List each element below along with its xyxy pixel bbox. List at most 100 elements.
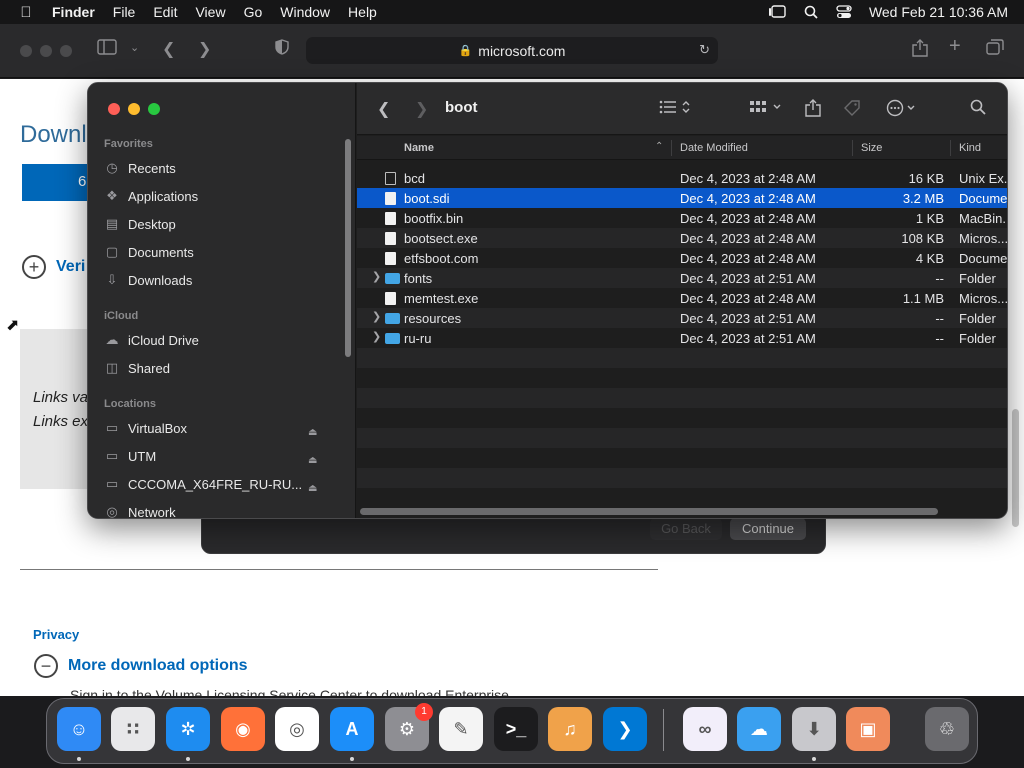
disclosure-triangle-icon[interactable]: ❯ bbox=[372, 310, 381, 323]
file-row-fonts[interactable]: ❯ fonts Dec 4, 2023 at 2:51 AM -- Folder bbox=[357, 268, 1007, 288]
menu-bar:  Finder File Edit View Go Window Help W… bbox=[0, 0, 1024, 24]
sidebar-item-virtualbox[interactable]: ▭ VirtualBox bbox=[104, 417, 187, 439]
sidebar-item-label: Desktop bbox=[128, 216, 176, 232]
disclosure-triangle-icon[interactable]: ❯ bbox=[372, 330, 381, 343]
menu-file[interactable]: File bbox=[104, 4, 145, 20]
minimize-button-inactive[interactable] bbox=[40, 45, 52, 57]
go-back-button[interactable]: Go Back bbox=[650, 518, 722, 540]
file-row-ru-ru[interactable]: ❯ ru-ru Dec 4, 2023 at 2:51 AM -- Folder bbox=[357, 328, 1007, 348]
dock-app-terminal[interactable]: >_ bbox=[494, 707, 538, 751]
share-icon[interactable] bbox=[912, 39, 928, 62]
dock-app-textedit[interactable]: ✎ bbox=[439, 707, 483, 751]
zoom-button[interactable] bbox=[148, 103, 160, 115]
sidebar-item-downloads[interactable]: ⇩ Downloads bbox=[104, 269, 193, 291]
dock-app-garageband[interactable]: ♫ bbox=[548, 707, 592, 751]
chevron-down-icon[interactable]: ⌄ bbox=[130, 41, 139, 54]
file-row-memtest-exe[interactable]: memtest.exe Dec 4, 2023 at 2:48 AM 1.1 M… bbox=[357, 288, 1007, 308]
dock-app-app-store[interactable]: A bbox=[330, 707, 374, 751]
dock-app-visual-studio-code[interactable]: ❯ bbox=[603, 707, 647, 751]
stage-manager-icon[interactable] bbox=[759, 5, 795, 19]
more-download-options-link[interactable]: − More download options bbox=[34, 654, 248, 678]
column-size[interactable]: Size bbox=[861, 142, 882, 154]
dock-app-chrome[interactable]: ◎ bbox=[275, 707, 319, 751]
back-arrow-icon[interactable]: ❮ bbox=[377, 99, 390, 119]
file-date: Dec 4, 2023 at 2:51 AM bbox=[680, 271, 816, 286]
sidebar-item-recents[interactable]: ◷ Recents bbox=[104, 157, 175, 179]
sidebar-item-utm[interactable]: ▭ UTM bbox=[104, 445, 156, 467]
menu-go[interactable]: Go bbox=[235, 4, 272, 20]
menu-window[interactable]: Window bbox=[271, 4, 339, 20]
minimize-button[interactable] bbox=[128, 103, 140, 115]
eject-icon[interactable]: ⏏ bbox=[308, 455, 317, 466]
page-scrollbar[interactable] bbox=[1012, 409, 1019, 527]
menu-view[interactable]: View bbox=[186, 4, 234, 20]
verify-download-link[interactable]: + Veri bbox=[22, 255, 85, 279]
dock-app-trash[interactable]: ♲ bbox=[925, 707, 969, 751]
menu-help[interactable]: Help bbox=[339, 4, 386, 20]
tab-overview-icon[interactable] bbox=[986, 39, 1004, 60]
page-heading: Downl bbox=[20, 121, 87, 148]
sidebar-item-documents[interactable]: ▢ Documents bbox=[104, 241, 194, 263]
dock-app-launchpad[interactable]: ∷ bbox=[111, 707, 155, 751]
close-button-inactive[interactable] bbox=[20, 45, 32, 57]
dock-app-system-settings[interactable]: ⚙ 1 bbox=[385, 703, 433, 751]
share-icon[interactable] bbox=[805, 99, 821, 122]
forward-arrow-icon[interactable]: ❯ bbox=[198, 39, 211, 59]
sidebar-item-applications[interactable]: ❖ Applications bbox=[104, 185, 198, 207]
menu-clock[interactable]: Wed Feb 21 10:36 AM bbox=[861, 4, 1008, 20]
list-view-icon[interactable] bbox=[659, 99, 693, 120]
search-icon[interactable] bbox=[970, 99, 986, 120]
dock-app-installer[interactable]: ⬇ bbox=[792, 707, 836, 751]
column-name[interactable]: Name bbox=[404, 142, 434, 154]
new-tab-plus-icon[interactable]: + bbox=[949, 35, 961, 58]
sidebar-scrollbar[interactable] bbox=[345, 139, 351, 357]
close-button[interactable] bbox=[108, 103, 120, 115]
sidebar-item-icloud-drive[interactable]: ☁ iCloud Drive bbox=[104, 329, 199, 351]
dock-app-finder[interactable]: ☺ bbox=[57, 707, 101, 751]
dock-app-visual-studio[interactable]: ∞ bbox=[683, 707, 727, 751]
back-arrow-icon[interactable]: ❮ bbox=[162, 39, 175, 59]
control-center-icon[interactable] bbox=[827, 5, 861, 19]
disclosure-triangle-icon[interactable]: ❯ bbox=[372, 270, 381, 283]
spotlight-search-icon[interactable] bbox=[795, 5, 827, 19]
privacy-shield-icon[interactable] bbox=[275, 39, 289, 60]
forward-arrow-icon[interactable]: ❯ bbox=[415, 99, 428, 119]
group-view-icon[interactable] bbox=[749, 99, 785, 120]
apple-logo-icon[interactable]:  bbox=[0, 4, 52, 21]
continue-button[interactable]: Continue bbox=[730, 518, 806, 540]
horizontal-scrollbar[interactable] bbox=[360, 508, 938, 515]
more-actions-icon[interactable] bbox=[886, 99, 920, 122]
dock-app-boot-camp-assistant[interactable]: ▣ bbox=[846, 707, 890, 751]
document-file-icon bbox=[385, 252, 396, 265]
zoom-button-inactive[interactable] bbox=[60, 45, 72, 57]
eject-icon[interactable]: ⏏ bbox=[308, 483, 317, 494]
file-row-etfsboot-com[interactable]: etfsboot.com Dec 4, 2023 at 2:48 AM 4 KB… bbox=[357, 248, 1007, 268]
tag-icon[interactable] bbox=[843, 99, 861, 122]
sidebar-item-cccoma[interactable]: ▭ CCCOMA_X64FRE_RU-RU... bbox=[104, 473, 302, 495]
address-bar[interactable]: 🔒 microsoft.com ↻ bbox=[306, 37, 718, 64]
sort-ascending-icon[interactable]: ⌃ bbox=[655, 141, 663, 152]
sidebar-toggle-icon[interactable] bbox=[97, 39, 117, 60]
privacy-link[interactable]: Privacy bbox=[33, 627, 79, 642]
eject-icon[interactable]: ⏏ bbox=[308, 427, 317, 438]
dock-app-firefox[interactable]: ◉ bbox=[221, 707, 265, 751]
file-kind: Docume bbox=[959, 191, 1008, 206]
column-kind[interactable]: Kind bbox=[959, 142, 981, 154]
file-row-boot-sdi[interactable]: boot.sdi Dec 4, 2023 at 2:48 AM 3.2 MB D… bbox=[357, 188, 1008, 208]
dock-app-weather[interactable]: ☁ bbox=[737, 707, 781, 751]
reload-icon[interactable]: ↻ bbox=[699, 42, 710, 58]
file-row-bootsect-exe[interactable]: bootsect.exe Dec 4, 2023 at 2:48 AM 108 … bbox=[357, 228, 1007, 248]
sidebar-item-network[interactable]: ◎ Network bbox=[104, 501, 175, 518]
dock-app-safari[interactable]: ✲ bbox=[166, 707, 210, 751]
menu-edit[interactable]: Edit bbox=[144, 4, 186, 20]
file-name: fonts bbox=[404, 271, 433, 286]
file-row-resources[interactable]: ❯ resources Dec 4, 2023 at 2:51 AM -- Fo… bbox=[357, 308, 1007, 328]
file-row-bootfix-bin[interactable]: bootfix.bin Dec 4, 2023 at 2:48 AM 1 KB … bbox=[357, 208, 1007, 228]
sidebar-item-shared[interactable]: ◫ Shared bbox=[104, 357, 170, 379]
sidebar-item-desktop[interactable]: ▤ Desktop bbox=[104, 213, 176, 235]
menu-app-finder[interactable]: Finder bbox=[52, 4, 104, 20]
column-date-modified[interactable]: Date Modified bbox=[680, 142, 748, 154]
file-size: -- bbox=[935, 331, 944, 346]
links-valid-text: Links va bbox=[33, 389, 89, 406]
file-row-bcd[interactable]: bcd Dec 4, 2023 at 2:48 AM 16 KB Unix Ex… bbox=[357, 168, 1007, 188]
